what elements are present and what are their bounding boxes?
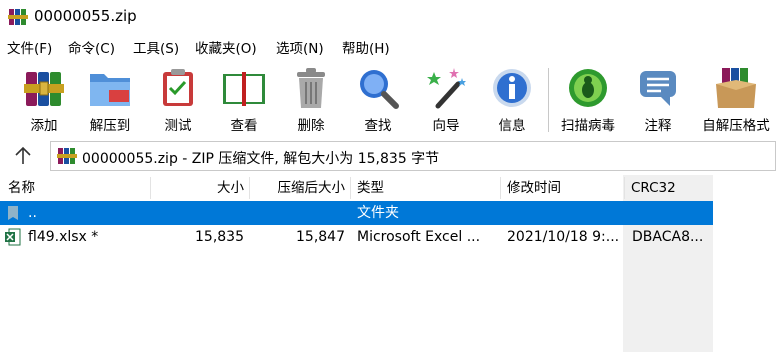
extract-to-label: 解压到: [89, 118, 131, 134]
row-type: 文件夹: [357, 205, 399, 221]
column-type[interactable]: 类型: [357, 175, 384, 201]
row-crc32: DBACA8...: [632, 229, 704, 245]
comment-label: 注释: [644, 118, 672, 134]
title-bar: 00000055.zip: [0, 0, 782, 34]
info-icon: [493, 69, 531, 107]
path-field[interactable]: 00000055.zip - ZIP 压缩文件, 解包大小为 15,835 字节: [50, 141, 776, 171]
extract-to-button[interactable]: 解压到: [82, 62, 138, 136]
comment-button[interactable]: 注释: [630, 62, 686, 136]
column-divider[interactable]: [249, 177, 250, 199]
archive-path-text: 00000055.zip - ZIP 压缩文件, 解包大小为 15,835 字节: [82, 151, 440, 167]
column-header: 名称 大小 压缩后大小 类型 修改时间 CRC32: [0, 175, 782, 201]
menu-favorites[interactable]: 收藏夹(O): [195, 38, 257, 60]
view-book-icon: [223, 72, 265, 106]
column-divider[interactable]: [350, 177, 351, 199]
test-label: 测试: [164, 118, 192, 134]
row-size: 15,835: [195, 229, 244, 245]
row-type: Microsoft Excel ...: [357, 229, 481, 245]
column-packed-size[interactable]: 压缩后大小: [251, 175, 346, 201]
delete-button[interactable]: 删除: [283, 62, 339, 136]
file-list: 名称 大小 压缩后大小 类型 修改时间 CRC32 .. 文件夹 fl49.xl…: [0, 175, 782, 352]
excel-file-icon: [5, 228, 21, 246]
trash-icon: [297, 68, 325, 108]
row-name: fl49.xlsx *: [28, 229, 99, 245]
winrar-app-icon: [8, 9, 28, 25]
wizard-label: 向导: [432, 118, 460, 134]
add-archive-icon: [24, 72, 64, 106]
add-label: 添加: [30, 118, 58, 134]
info-label: 信息: [498, 118, 526, 134]
wizard-wand-icon: [427, 68, 466, 109]
comment-icon: [640, 71, 676, 106]
sfx-label: 自解压格式: [702, 118, 770, 134]
row-modified: 2021/10/18 9:...: [507, 229, 620, 245]
column-size[interactable]: 大小: [152, 175, 244, 201]
column-crc32[interactable]: CRC32: [631, 175, 676, 201]
menu-file[interactable]: 文件(F): [7, 38, 52, 60]
find-label: 查找: [364, 118, 392, 134]
view-label: 查看: [230, 118, 258, 134]
table-row-file[interactable]: fl49.xlsx * 15,835 15,847 Microsoft Exce…: [0, 225, 713, 249]
menu-commands[interactable]: 命令(C): [68, 38, 115, 60]
parent-folder-icon: [8, 206, 18, 220]
address-bar: 00000055.zip - ZIP 压缩文件, 解包大小为 15,835 字节: [0, 140, 782, 172]
add-button[interactable]: 添加: [16, 62, 72, 136]
scan-virus-label: 扫描病毒: [561, 118, 615, 134]
view-button[interactable]: 查看: [216, 62, 272, 136]
toolbar: 添加 解压到 测试 查看 删除 查找 向导 信息 扫描病毒 注释 自解压格式: [0, 62, 782, 138]
menu-help[interactable]: 帮助(H): [342, 38, 390, 60]
info-button[interactable]: 信息: [484, 62, 540, 136]
extract-folder-icon: [90, 74, 130, 106]
toolbar-separator: [548, 68, 549, 132]
scan-virus-button[interactable]: 扫描病毒: [555, 62, 621, 136]
menu-tools[interactable]: 工具(S): [133, 38, 179, 60]
table-row-parent-folder[interactable]: .. 文件夹: [0, 201, 713, 225]
virus-scan-icon: [569, 69, 607, 107]
up-arrow-icon[interactable]: [10, 145, 36, 167]
sfx-box-icon: [716, 68, 756, 108]
magnifier-icon: [360, 70, 399, 109]
menu-options[interactable]: 选项(N): [276, 38, 324, 60]
column-divider[interactable]: [500, 177, 501, 199]
column-divider[interactable]: [624, 177, 625, 199]
archive-icon: [57, 148, 77, 164]
test-clipboard-icon: [163, 69, 193, 106]
menu-bar: 文件(F) 命令(C) 工具(S) 收藏夹(O) 选项(N) 帮助(H): [0, 38, 782, 60]
window-title: 00000055.zip: [34, 7, 137, 25]
test-button[interactable]: 测试: [150, 62, 206, 136]
column-name[interactable]: 名称: [8, 175, 35, 201]
row-packed-size: 15,847: [296, 229, 345, 245]
sfx-button[interactable]: 自解压格式: [694, 62, 778, 136]
wizard-button[interactable]: 向导: [418, 62, 474, 136]
delete-label: 删除: [297, 118, 325, 134]
column-divider[interactable]: [150, 177, 151, 199]
row-name: ..: [28, 205, 37, 221]
find-button[interactable]: 查找: [350, 62, 406, 136]
column-modified[interactable]: 修改时间: [507, 175, 561, 201]
